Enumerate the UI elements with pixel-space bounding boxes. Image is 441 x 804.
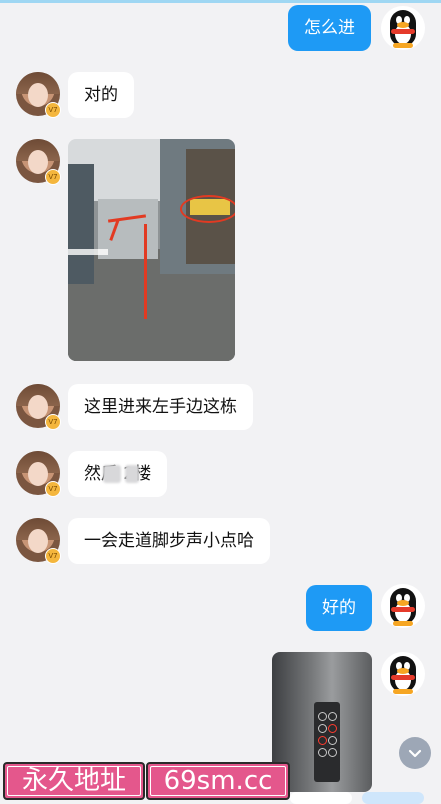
status-strip	[0, 0, 441, 3]
message-bubble-outgoing[interactable]: 怎么进	[288, 5, 371, 51]
scroll-to-bottom-button[interactable]	[399, 737, 431, 769]
qq-penguin-avatar[interactable]	[381, 6, 425, 50]
watermark-label-left: 永久地址	[3, 762, 145, 800]
vip-badge: V7	[45, 169, 61, 185]
obscured-text-patch	[103, 465, 121, 483]
watermark-label-right: 69sm.cc	[146, 762, 290, 800]
message-bubble-outgoing[interactable]: 好的	[306, 585, 372, 631]
bottom-input-pill[interactable]	[290, 792, 352, 804]
bottom-send-pill[interactable]	[362, 792, 424, 804]
vip-badge: V7	[45, 548, 61, 564]
message-bubble-incoming[interactable]: 一会走道脚步声小点哈	[68, 518, 270, 564]
obscured-text-patch	[125, 465, 139, 483]
chevron-down-icon	[408, 749, 422, 758]
qq-penguin-avatar[interactable]	[381, 652, 425, 696]
message-bubble-incoming[interactable]: 对的	[68, 72, 134, 118]
street-photo-message[interactable]	[68, 139, 235, 361]
vip-badge: V7	[45, 481, 61, 497]
qq-penguin-avatar[interactable]	[381, 584, 425, 628]
vip-badge: V7	[45, 414, 61, 430]
vip-badge: V7	[45, 102, 61, 118]
message-bubble-incoming[interactable]: 这里进来左手边这栋	[68, 384, 253, 430]
